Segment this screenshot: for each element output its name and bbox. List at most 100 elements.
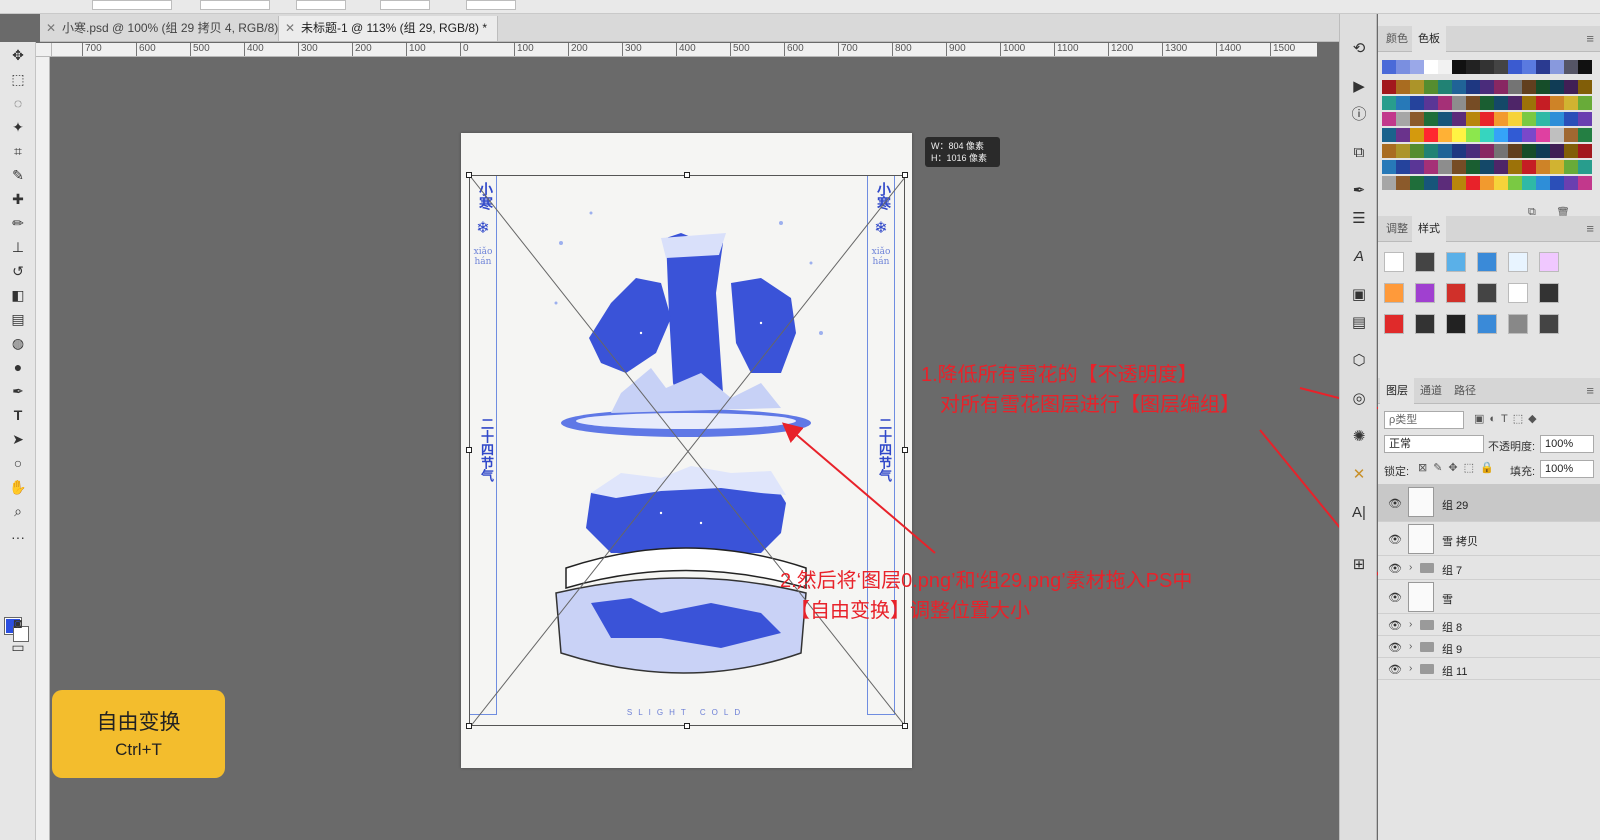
color-swatch[interactable] bbox=[1522, 144, 1536, 158]
color-swatch[interactable] bbox=[1466, 144, 1480, 158]
panel-menu-icon[interactable]: ≡ bbox=[1586, 378, 1594, 404]
style-preset[interactable] bbox=[1477, 252, 1497, 272]
color-swatch[interactable] bbox=[1466, 128, 1480, 142]
visibility-eye-icon[interactable]: 👁 bbox=[1388, 562, 1402, 575]
clone-source-icon[interactable]: ⧉ bbox=[1348, 142, 1370, 164]
color-swatch[interactable] bbox=[1550, 176, 1564, 190]
tab-styles[interactable]: 样式 bbox=[1412, 216, 1446, 242]
color-swatch[interactable] bbox=[1466, 176, 1480, 190]
color-swatch[interactable] bbox=[1536, 160, 1550, 174]
color-swatch[interactable] bbox=[1564, 96, 1578, 110]
color-swatch[interactable] bbox=[1396, 128, 1410, 142]
color-swatch[interactable] bbox=[1438, 144, 1452, 158]
color-swatch[interactable] bbox=[1494, 160, 1508, 174]
layer-filter-select[interactable]: ρ类型 bbox=[1384, 411, 1464, 429]
style-preset[interactable] bbox=[1384, 283, 1404, 303]
brush-settings-icon[interactable]: ✒ bbox=[1348, 180, 1370, 202]
color-swatch[interactable] bbox=[1424, 160, 1438, 174]
color-swatch[interactable] bbox=[1382, 144, 1396, 158]
color-swatch[interactable] bbox=[1494, 128, 1508, 142]
layer-name[interactable]: 组 7 bbox=[1442, 562, 1462, 578]
color-swatch[interactable] bbox=[1578, 144, 1592, 158]
panel-menu-icon[interactable]: ≡ bbox=[1586, 26, 1594, 52]
layer-name[interactable]: 组 29 bbox=[1442, 497, 1468, 513]
visibility-eye-icon[interactable]: 👁 bbox=[1388, 663, 1402, 676]
color-swatch[interactable] bbox=[1424, 60, 1438, 74]
color-swatch[interactable] bbox=[1522, 128, 1536, 142]
actions-play-icon[interactable]: ▶ bbox=[1348, 76, 1370, 98]
color-swatch[interactable] bbox=[1438, 176, 1452, 190]
style-preset[interactable] bbox=[1539, 283, 1559, 303]
color-swatch[interactable] bbox=[1382, 80, 1396, 94]
paragraph-icon[interactable]: A| bbox=[1348, 502, 1370, 524]
color-swatch[interactable] bbox=[1480, 176, 1494, 190]
color-swatch[interactable] bbox=[1396, 80, 1410, 94]
opacity-input[interactable]: 100% bbox=[1540, 435, 1594, 453]
layer-row[interactable]: 👁 › 组 7 bbox=[1378, 556, 1600, 580]
color-swatch[interactable] bbox=[1424, 176, 1438, 190]
layer-row[interactable]: 👁 › 组 8 bbox=[1378, 614, 1600, 636]
color-swatch[interactable] bbox=[1382, 160, 1396, 174]
style-preset[interactable] bbox=[1384, 314, 1404, 334]
color-swatch[interactable] bbox=[1452, 60, 1466, 74]
color-swatch[interactable] bbox=[1480, 96, 1494, 110]
color-swatch[interactable] bbox=[1508, 144, 1522, 158]
style-preset[interactable] bbox=[1508, 283, 1528, 303]
color-swatch[interactable] bbox=[1438, 112, 1452, 126]
color-swatch[interactable] bbox=[1452, 144, 1466, 158]
color-swatch[interactable] bbox=[1382, 60, 1396, 74]
color-swatch[interactable] bbox=[1522, 60, 1536, 74]
color-swatch[interactable] bbox=[1396, 176, 1410, 190]
color-swatch[interactable] bbox=[1550, 96, 1564, 110]
color-swatch[interactable] bbox=[1410, 60, 1424, 74]
color-swatch[interactable] bbox=[1508, 160, 1522, 174]
styles-grid[interactable] bbox=[1378, 246, 1600, 366]
color-swatch[interactable] bbox=[1536, 60, 1550, 74]
layer-row[interactable]: 👁 › 组 9 bbox=[1378, 636, 1600, 658]
color-swatch[interactable] bbox=[1466, 112, 1480, 126]
tab-paths[interactable]: 路径 bbox=[1448, 378, 1482, 404]
color-swatch[interactable] bbox=[1522, 176, 1536, 190]
color-swatch[interactable] bbox=[1452, 112, 1466, 126]
layer-name[interactable]: 组 9 bbox=[1442, 641, 1462, 657]
style-preset[interactable] bbox=[1539, 252, 1559, 272]
style-preset[interactable] bbox=[1446, 314, 1466, 334]
layer-name[interactable]: 组 11 bbox=[1442, 663, 1467, 679]
color-swatch[interactable] bbox=[1466, 160, 1480, 174]
color-swatch[interactable] bbox=[1438, 80, 1452, 94]
color-swatch[interactable] bbox=[1550, 60, 1564, 74]
color-swatch[interactable] bbox=[1466, 60, 1480, 74]
info-icon[interactable]: ⓘ bbox=[1348, 104, 1370, 126]
expand-chevron-icon[interactable]: › bbox=[1409, 562, 1412, 573]
color-swatch[interactable] bbox=[1522, 80, 1536, 94]
layer-row[interactable]: 👁 雪 拷贝 bbox=[1378, 522, 1600, 556]
tools-cross-icon[interactable]: ✕ bbox=[1348, 464, 1370, 486]
color-swatch[interactable] bbox=[1396, 96, 1410, 110]
color-swatch[interactable] bbox=[1382, 112, 1396, 126]
layer-name[interactable]: 雪 拷贝 bbox=[1442, 533, 1478, 549]
color-swatch[interactable] bbox=[1522, 96, 1536, 110]
notes-icon[interactable]: ▤ bbox=[1348, 312, 1370, 334]
color-swatch[interactable] bbox=[1578, 160, 1592, 174]
style-preset[interactable] bbox=[1539, 314, 1559, 334]
color-swatch[interactable] bbox=[1536, 96, 1550, 110]
color-swatch[interactable] bbox=[1494, 144, 1508, 158]
color-swatch[interactable] bbox=[1410, 80, 1424, 94]
visibility-eye-icon[interactable]: 👁 bbox=[1388, 497, 1402, 510]
color-swatch[interactable] bbox=[1494, 60, 1508, 74]
color-swatch[interactable] bbox=[1480, 160, 1494, 174]
color-swatch[interactable] bbox=[1564, 60, 1578, 74]
expand-chevron-icon[interactable]: › bbox=[1409, 663, 1412, 674]
color-swatch[interactable] bbox=[1480, 112, 1494, 126]
history-icon[interactable]: ⟲ bbox=[1348, 38, 1370, 60]
color-swatch[interactable] bbox=[1438, 96, 1452, 110]
color-swatch[interactable] bbox=[1508, 60, 1522, 74]
tab-swatches[interactable]: 色板 bbox=[1412, 26, 1446, 52]
color-swatch[interactable] bbox=[1466, 80, 1480, 94]
layer-name[interactable]: 雪 bbox=[1442, 591, 1453, 607]
color-swatch[interactable] bbox=[1424, 96, 1438, 110]
tab-layers[interactable]: 图层 bbox=[1380, 378, 1414, 404]
expand-chevron-icon[interactable]: › bbox=[1409, 641, 1412, 652]
color-swatch[interactable] bbox=[1396, 112, 1410, 126]
color-swatch[interactable] bbox=[1480, 60, 1494, 74]
